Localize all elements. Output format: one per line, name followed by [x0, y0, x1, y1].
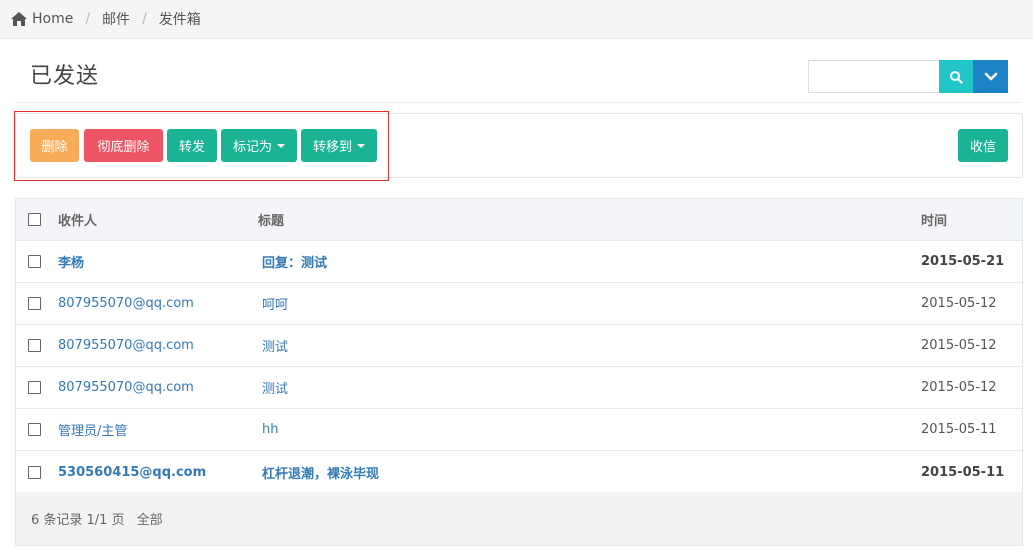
table-row[interactable]: 管理员/主管 hh 2015-05-11 [16, 409, 1022, 451]
row-checkbox[interactable] [28, 465, 41, 479]
table-row[interactable]: 807955070@qq.com 测试 2015-05-12 [16, 325, 1022, 367]
header-recipient: 收件人 [58, 214, 98, 229]
recipient-link[interactable]: 李杨 [58, 252, 84, 271]
breadcrumb-current: 发件箱 [158, 12, 201, 28]
caret-down-icon [277, 143, 285, 148]
row-checkbox[interactable] [28, 255, 41, 268]
table-row[interactable]: 530560415@qq.com 杠杆退潮，裸泳毕现 2015-05-11 [16, 451, 1022, 493]
divider [15, 102, 1021, 103]
table-row[interactable]: 807955070@qq.com 呵呵 2015-05-12 [16, 283, 1022, 325]
search-options-button[interactable] [973, 60, 1008, 93]
table-row[interactable]: 807955070@qq.com 测试 2015-05-12 [16, 367, 1022, 409]
move-to-button[interactable]: 转移到 [301, 129, 377, 162]
row-time: 2015-05-11 [921, 464, 1005, 480]
row-time: 2015-05-21 [921, 254, 1005, 269]
breadcrumb-separator: / [142, 11, 147, 27]
row-checkbox[interactable] [28, 423, 41, 436]
row-checkbox[interactable] [28, 381, 41, 394]
table-header: 收件人 标题 时间 [16, 199, 1022, 241]
purge-button[interactable]: 彻底删除 [84, 129, 163, 162]
recipient-link[interactable]: 807955070@qq.com [58, 296, 194, 311]
page-title: 已发送 [30, 64, 100, 89]
subject-link[interactable]: 测试 [262, 336, 288, 355]
header-subject: 标题 [258, 214, 285, 229]
caret-down-icon [357, 143, 365, 148]
subject-link[interactable]: 测试 [262, 378, 288, 397]
row-checkbox[interactable] [28, 297, 41, 310]
search-button[interactable] [939, 60, 973, 93]
delete-button[interactable]: 删除 [30, 129, 79, 162]
mail-table: 收件人 标题 时间 李杨 回复：测试 2015-05-21 807955070@… [15, 198, 1023, 494]
recipient-link[interactable]: 807955070@qq.com [58, 338, 194, 353]
subject-link[interactable]: 杠杆退潮，裸泳毕现 [262, 463, 379, 482]
show-all-link[interactable]: 全部 [137, 509, 163, 528]
header-time: 时间 [921, 214, 948, 229]
breadcrumb-separator: / [85, 11, 91, 27]
search-icon [950, 70, 963, 84]
row-checkbox[interactable] [28, 339, 41, 352]
move-to-label: 转移到 [312, 140, 352, 155]
mark-as-label: 标记为 [232, 140, 272, 155]
mark-as-button[interactable]: 标记为 [221, 129, 297, 162]
mail-toolbar: 删除 彻底删除 转发 标记为 转移到 收信 [15, 113, 1023, 178]
receive-mail-button[interactable]: 收信 [958, 129, 1008, 162]
table-row[interactable]: 李杨 回复：测试 2015-05-21 [16, 241, 1022, 283]
row-time: 2015-05-12 [921, 296, 997, 311]
home-icon[interactable] [10, 11, 28, 27]
forward-button[interactable]: 转发 [167, 129, 217, 162]
breadcrumb: Home / 邮件 / 发件箱 [0, 0, 1033, 39]
recipient-link[interactable]: 管理员/主管 [58, 420, 127, 439]
row-time: 2015-05-11 [921, 422, 997, 437]
subject-link[interactable]: hh [262, 422, 278, 437]
breadcrumb-mail[interactable]: 邮件 [102, 9, 130, 29]
pagination-footer: 6 条记录 1/1 页 全部 [15, 492, 1023, 546]
recipient-link[interactable]: 807955070@qq.com [58, 380, 194, 395]
pagination-summary: 6 条记录 1/1 页 [31, 513, 125, 528]
row-time: 2015-05-12 [921, 338, 997, 353]
recipient-link[interactable]: 530560415@qq.com [58, 465, 206, 480]
search-box [808, 60, 1008, 93]
chevron-down-icon [984, 72, 997, 80]
subject-link[interactable]: 回复：测试 [262, 252, 327, 271]
subject-link[interactable]: 呵呵 [262, 294, 288, 313]
search-input[interactable] [808, 60, 939, 93]
breadcrumb-home[interactable]: Home [32, 11, 73, 27]
select-all-checkbox[interactable] [28, 213, 41, 226]
row-time: 2015-05-12 [921, 380, 997, 395]
